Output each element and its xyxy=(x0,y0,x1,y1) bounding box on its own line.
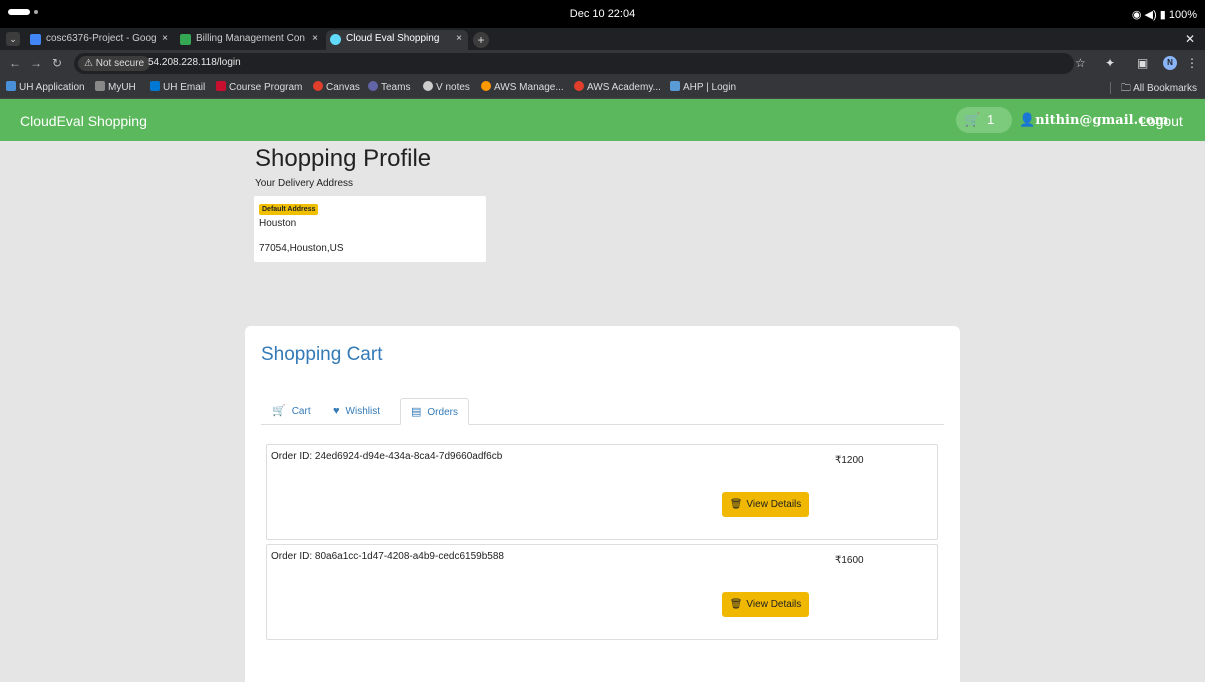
bookmark-myuh[interactable]: MyUH xyxy=(95,81,136,93)
order-row: Order ID: 80a6a1cc-1d47-4208-a4b9-cedc61… xyxy=(266,544,938,640)
building-icon xyxy=(216,81,226,91)
bookmark-vnotes[interactable]: V notes xyxy=(423,81,470,93)
tab-wishlist[interactable]: ♥ Wishlist xyxy=(323,398,390,425)
trash-icon: 🗑 xyxy=(729,599,743,610)
extensions-icon[interactable]: ✦ xyxy=(1105,56,1115,70)
bookmark-teams[interactable]: Teams xyxy=(368,81,410,93)
folder-icon: 🗀 xyxy=(1120,83,1131,94)
address-card: Default Address Houston 77054,Houston,US xyxy=(254,196,486,262)
tab-search-icon[interactable]: ⌄ xyxy=(6,32,20,46)
back-icon[interactable]: ← xyxy=(9,56,21,70)
heart-icon: ♥ xyxy=(333,405,340,417)
bookmark-star-icon[interactable]: ☆ xyxy=(1075,56,1086,70)
bookmark-aws-academy[interactable]: AWS Academy... xyxy=(574,81,661,93)
outlook-icon xyxy=(150,81,160,91)
browser-tab-shopping[interactable]: Cloud Eval Shopping × xyxy=(326,30,468,50)
tab-label: Cloud Eval Shopping xyxy=(346,33,440,44)
bookmark-course-program[interactable]: Course Program xyxy=(216,81,302,93)
address-city: Houston xyxy=(259,218,297,229)
omnibox[interactable]: ⚠ Not secure 54.208.228.118/login xyxy=(74,53,1074,74)
docs-icon xyxy=(30,34,41,45)
trash-icon: 🗑 xyxy=(729,499,743,510)
tab-cart[interactable]: 🛒 Cart xyxy=(262,398,321,425)
delivery-address-label: Your Delivery Address xyxy=(255,178,354,189)
bookmark-uh-application[interactable]: UH Application xyxy=(6,81,85,93)
tab-orders[interactable]: ▤ Orders xyxy=(400,398,469,425)
profile-avatar[interactable]: N xyxy=(1163,56,1177,70)
bookmark-aws-management[interactable]: AWS Manage... xyxy=(481,81,564,93)
user-icon: 👤 xyxy=(1019,113,1036,128)
brand-link[interactable]: CloudEval Shopping xyxy=(20,113,147,129)
react-icon xyxy=(330,34,341,45)
globe-icon xyxy=(423,81,433,91)
canvas-icon xyxy=(313,81,323,91)
browser-tab-billing[interactable]: Billing Management Con × xyxy=(176,30,324,50)
bookmark-canvas[interactable]: Canvas xyxy=(313,81,360,93)
battery-icon: ▮ xyxy=(1159,9,1166,21)
wifi-icon: ◉ xyxy=(1131,9,1142,21)
ahp-icon xyxy=(670,81,680,91)
view-details-button[interactable]: 🗑 View Details xyxy=(722,492,809,517)
browser-tab-project[interactable]: cosc6376-Project - Goog × xyxy=(26,30,174,50)
flag-icon xyxy=(95,81,105,91)
system-status[interactable]: ◉ ◀) ▮ 100% xyxy=(1132,8,1197,21)
list-icon: ▤ xyxy=(411,406,422,418)
bookmarks-divider xyxy=(1110,82,1111,94)
tab-label: Billing Management Con xyxy=(196,33,305,44)
cart-button[interactable]: 🛒 1 xyxy=(956,107,1012,133)
bookmark-uh-email[interactable]: UH Email xyxy=(150,81,205,93)
tab-label: cosc6376-Project - Goog xyxy=(46,33,157,44)
browser-tab-strip: ⌄ cosc6376-Project - Goog × Billing Mana… xyxy=(0,28,1205,50)
close-icon[interactable]: × xyxy=(456,30,462,48)
page-title: Shopping Profile xyxy=(255,145,432,172)
volume-icon: ◀) xyxy=(1144,9,1157,21)
teams-icon xyxy=(368,81,378,91)
default-address-badge: Default Address xyxy=(259,204,319,215)
bookmark-ahp-login[interactable]: AHP | Login xyxy=(670,81,736,93)
sheets-icon xyxy=(180,34,191,45)
order-price: ₹1200 xyxy=(835,455,864,466)
order-row: Order ID: 24ed6924-d94e-434a-8ca4-7d9660… xyxy=(266,444,938,540)
window-close-icon[interactable]: ✕ xyxy=(1185,32,1195,46)
cart-icon: 🛒 xyxy=(272,405,286,417)
bookmarks-bar: UH Application MyUH UH Email Course Prog… xyxy=(0,77,1205,99)
order-id: Order ID: 24ed6924-d94e-434a-8ca4-7d9660… xyxy=(271,451,503,462)
logout-link[interactable]: Logout xyxy=(1140,113,1183,129)
view-details-button[interactable]: 🗑 View Details xyxy=(722,592,809,617)
all-bookmarks[interactable]: 🗀 All Bookmarks xyxy=(1121,81,1197,98)
os-top-bar: Dec 10 22:04 ◉ ◀) ▮ 100% xyxy=(0,0,1205,28)
aws-icon xyxy=(481,81,491,91)
address-toolbar: ← → ↻ ⚠ Not secure 54.208.228.118/login … xyxy=(0,50,1205,77)
close-icon[interactable]: × xyxy=(312,30,318,48)
reload-icon[interactable]: ↻ xyxy=(52,56,62,70)
side-panel-icon[interactable]: ▣ xyxy=(1137,56,1148,70)
order-id: Order ID: 80a6a1cc-1d47-4208-a4b9-cedc61… xyxy=(271,551,504,562)
cart-title: Shopping Cart xyxy=(261,344,383,365)
menu-icon[interactable]: ⋮ xyxy=(1186,56,1198,70)
forward-icon[interactable]: → xyxy=(30,56,42,70)
academy-icon xyxy=(574,81,584,91)
shopping-cart-panel: Shopping Cart 🛒 Cart ♥ Wishlist ▤ Orders Or… xyxy=(245,326,960,682)
close-icon[interactable]: × xyxy=(162,30,168,48)
cart-icon: 🛒 xyxy=(964,112,981,127)
new-tab-button[interactable]: + xyxy=(473,32,489,48)
cart-count: 1 xyxy=(987,112,995,127)
security-indicator[interactable]: ⚠ Not secure xyxy=(78,56,151,71)
order-price: ₹1600 xyxy=(835,555,864,566)
system-clock[interactable]: Dec 10 22:04 xyxy=(0,8,1205,20)
app-navbar: CloudEval Shopping 🛒 1 👤nithin@gmail.com… xyxy=(0,99,1205,141)
url-text[interactable]: 54.208.228.118/login xyxy=(148,57,241,68)
battery-percent: 100% xyxy=(1168,9,1197,21)
address-line: 77054,Houston,US xyxy=(259,243,344,254)
person-icon xyxy=(6,81,16,91)
